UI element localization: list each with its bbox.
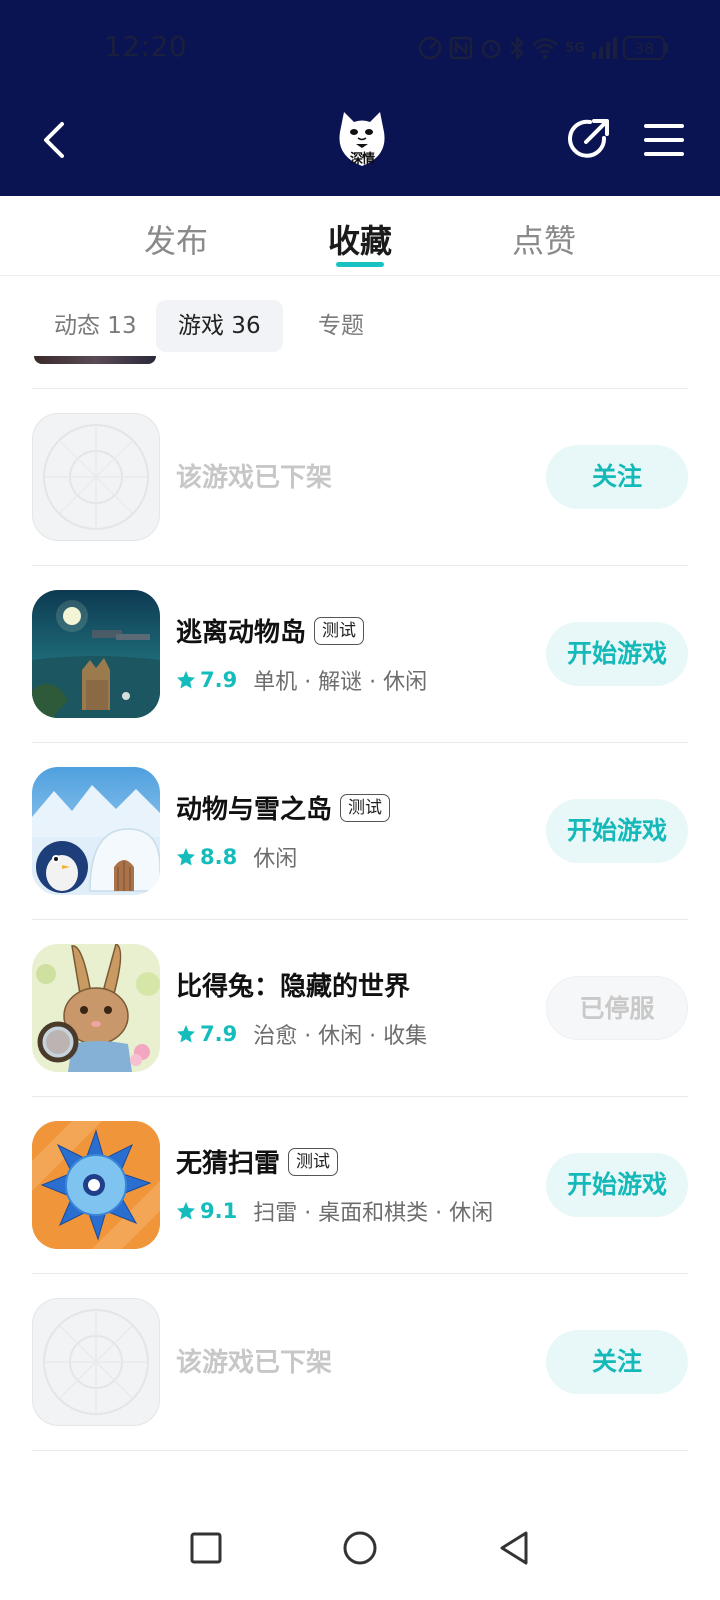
title-line: 比得兔：隐藏的世界: [176, 966, 410, 1003]
game-tags: 扫雷 · 桌面和棋类 · 休闲: [253, 1201, 494, 1226]
battery-level: 38: [623, 36, 665, 60]
start-game-button[interactable]: 开始游戏: [546, 799, 688, 863]
service-ended-button[interactable]: 已停服: [546, 976, 688, 1040]
bluetooth-icon: [510, 35, 524, 61]
main-tabs: 发布 收藏 点赞: [0, 196, 720, 276]
status-time: 12:20: [104, 30, 188, 63]
removed-text: 该游戏已下架: [176, 463, 333, 493]
back-button[interactable]: [36, 116, 72, 164]
home-button[interactable]: [336, 1524, 384, 1572]
title-line: 动物与雪之岛 测试: [176, 789, 391, 826]
night-island-cat-icon: [32, 590, 160, 718]
star-icon: [177, 848, 195, 866]
user-avatar[interactable]: 深情: [334, 110, 390, 170]
share-icon: [568, 119, 609, 158]
tab-likes[interactable]: 点赞: [484, 216, 604, 262]
game-row-animal-snow-island[interactable]: 动物与雪之岛 测试 8.8 休闲 开始游戏: [32, 742, 688, 919]
test-badge: 测试: [340, 793, 391, 822]
chevron-left-icon: [44, 122, 64, 158]
subtab-games[interactable]: 游戏 36: [156, 300, 283, 352]
game-rating: 9.1: [200, 1199, 238, 1223]
status-icons: 5G 38: [417, 32, 668, 64]
subtab-topics[interactable]: 专题: [296, 300, 386, 352]
triangle-back-icon: [500, 1531, 528, 1565]
game-row-peter-rabbit[interactable]: 比得兔：隐藏的世界 7.9 治愈 · 休闲 · 收集 已停服: [32, 919, 688, 1096]
avatar-caption: 深情: [349, 152, 375, 167]
system-nav-bar: [0, 1500, 720, 1600]
game-info: 该游戏已下架: [176, 389, 526, 566]
placeholder-game-icon: [32, 1298, 160, 1426]
tab-publish[interactable]: 发布: [116, 216, 236, 262]
game-row-minesweeper[interactable]: 无猜扫雷 测试 9.1 扫雷 · 桌面和棋类 · 休闲 开始游戏: [32, 1096, 688, 1273]
back-nav-button[interactable]: [490, 1524, 538, 1572]
sub-tabs: 动态 13 游戏 36 专题: [0, 300, 720, 356]
game-tags: 休闲: [253, 847, 298, 872]
game-tags: 治愈 · 休闲 · 收集: [253, 1024, 428, 1049]
game-title: 比得兔：隐藏的世界: [176, 972, 411, 1002]
hamburger-menu-icon: [644, 124, 684, 156]
game-info: 逃离动物岛 测试 7.9 单机 · 解谜 · 休闲: [176, 566, 526, 743]
start-game-button[interactable]: 开始游戏: [546, 1153, 688, 1217]
recent-apps-button[interactable]: [182, 1524, 230, 1572]
game-row-escape-animal-island[interactable]: 逃离动物岛 测试 7.9 单机 · 解谜 · 休闲 开始游戏: [32, 565, 688, 742]
placeholder-game-icon: [32, 413, 160, 541]
data-speed-icon: [419, 36, 442, 60]
title-line: 无猜扫雷 测试: [176, 1143, 339, 1180]
game-info: 比得兔：隐藏的世界 7.9 治愈 · 休闲 · 收集: [176, 920, 526, 1097]
app-root: { "status_bar": { "time": "12:20", "netw…: [0, 0, 720, 1600]
game-info: 该游戏已下架: [176, 1274, 526, 1451]
active-tab-indicator: [336, 262, 384, 267]
app-header: 12:20 5G 38 深情: [0, 0, 720, 196]
follow-button[interactable]: 关注: [546, 1330, 688, 1394]
game-title: 逃离动物岛: [176, 618, 307, 648]
game-rating: 7.9: [200, 1022, 238, 1046]
signal-icon: [592, 37, 617, 59]
follow-button[interactable]: 关注: [546, 445, 688, 509]
circle-icon: [343, 1531, 377, 1565]
game-info: 动物与雪之岛 测试 8.8 休闲: [176, 743, 526, 920]
nfc-icon: [450, 36, 473, 60]
title-line: 逃离动物岛 测试: [176, 612, 365, 649]
game-meta: 7.9 单机 · 解谜 · 休闲: [176, 664, 427, 696]
list-divider: [32, 1450, 688, 1451]
alarm-icon: [482, 39, 501, 59]
game-rating: 8.8: [200, 845, 238, 869]
menu-button[interactable]: [644, 122, 684, 158]
star-icon: [177, 1025, 195, 1043]
subtab-posts[interactable]: 动态 13: [32, 300, 159, 352]
battery-indicator: 38: [623, 36, 668, 60]
mine-icon: [32, 1121, 160, 1249]
partial-game-icon[interactable]: [34, 356, 156, 364]
test-badge: 测试: [314, 616, 365, 645]
star-icon: [177, 671, 195, 689]
test-badge: 测试: [288, 1147, 339, 1176]
wifi-icon: [532, 38, 559, 59]
square-icon: [190, 1532, 222, 1564]
game-rating: 7.9: [200, 668, 238, 692]
removed-text: 该游戏已下架: [176, 1348, 333, 1378]
game-row-removed-1[interactable]: 该游戏已下架 关注: [32, 388, 688, 565]
rabbit-magnifier-icon: [32, 944, 160, 1072]
game-meta: 9.1 扫雷 · 桌面和棋类 · 休闲: [176, 1195, 493, 1227]
share-button[interactable]: [566, 116, 612, 162]
star-icon: [177, 1202, 195, 1220]
game-row-removed-2[interactable]: 该游戏已下架 关注: [32, 1273, 688, 1450]
battery-cap: [665, 43, 668, 53]
start-game-button[interactable]: 开始游戏: [546, 622, 688, 686]
game-tags: 单机 · 解谜 · 休闲: [253, 670, 428, 695]
snow-igloo-penguin-icon: [32, 767, 160, 895]
network-type: 5G: [565, 40, 585, 56]
game-meta: 7.9 治愈 · 休闲 · 收集: [176, 1018, 427, 1050]
game-meta: 8.8 休闲: [176, 841, 297, 873]
tab-favorites[interactable]: 收藏: [300, 216, 420, 262]
game-title: 动物与雪之岛: [176, 795, 333, 825]
game-title: 无猜扫雷: [176, 1149, 281, 1179]
game-info: 无猜扫雷 测试 9.1 扫雷 · 桌面和棋类 · 休闲: [176, 1097, 526, 1274]
